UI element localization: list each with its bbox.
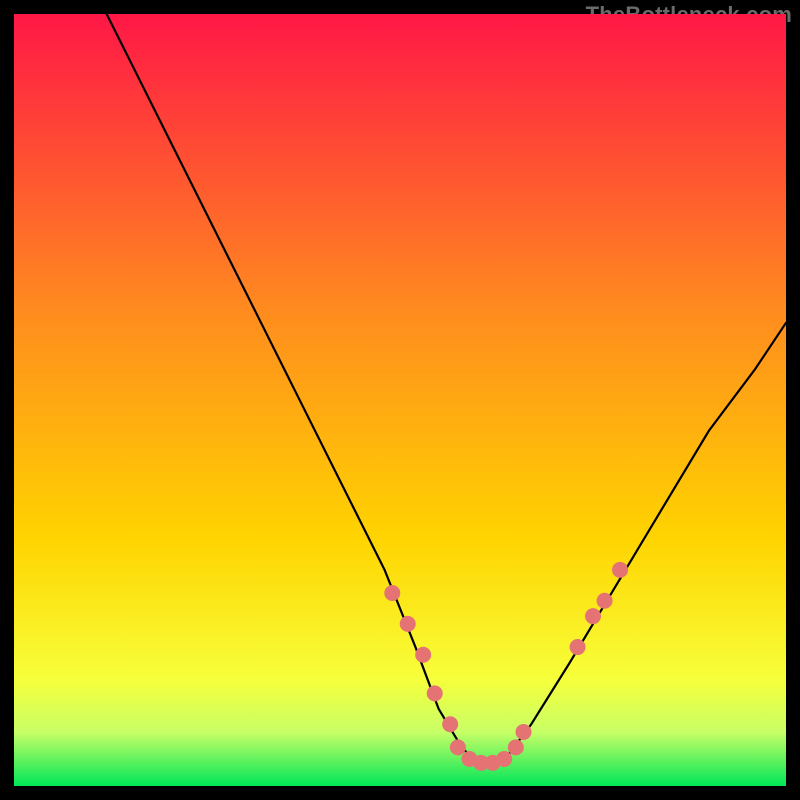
marker-dot — [496, 751, 512, 767]
marker-dot — [508, 739, 524, 755]
chart-frame: TheBottleneck.com — [14, 14, 786, 786]
marker-dot — [516, 724, 532, 740]
marker-dot — [415, 647, 431, 663]
marker-dot — [427, 685, 443, 701]
marker-dot — [570, 639, 586, 655]
marker-dot — [585, 608, 601, 624]
marker-dot — [597, 593, 613, 609]
chart-background — [14, 14, 786, 786]
marker-dot — [400, 616, 416, 632]
chart-svg — [14, 14, 786, 786]
marker-dot — [442, 716, 458, 732]
marker-dot — [450, 739, 466, 755]
marker-dot — [612, 562, 628, 578]
marker-dot — [384, 585, 400, 601]
